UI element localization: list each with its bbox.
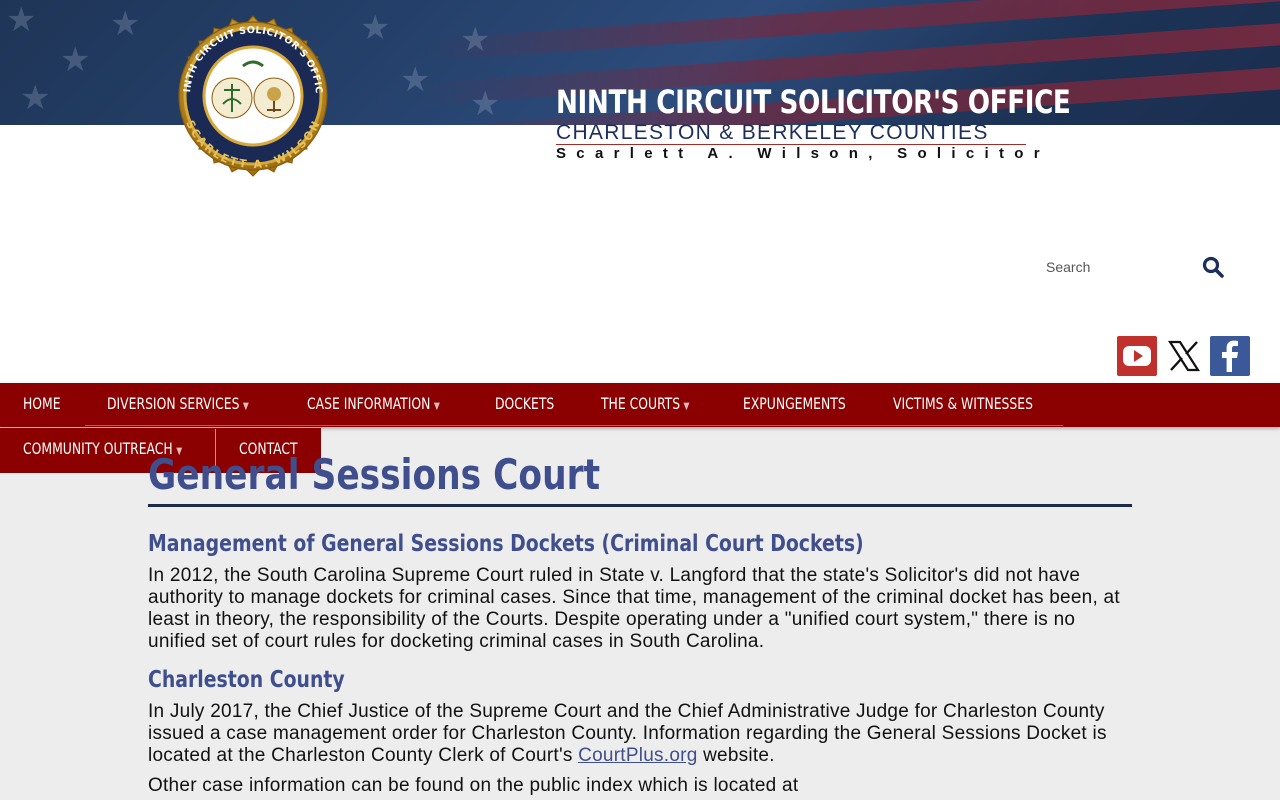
chevron-down-icon: ▼	[242, 401, 249, 412]
facebook-icon	[1210, 336, 1250, 376]
site-title: NINTH CIRCUIT SOLICITOR'S OFFICE	[556, 83, 1071, 121]
courtplus-link[interactable]: CourtPlus.org	[578, 745, 697, 766]
x-icon	[1167, 340, 1201, 372]
search-bar	[1040, 252, 1230, 282]
nav-diversion-services-label: DIVERSION SERVICES	[107, 394, 240, 413]
nav-dockets-label: DOCKETS	[495, 394, 555, 413]
nav-victims-witnesses[interactable]: VICTIMS & WITNESSES	[893, 383, 1033, 427]
flag-star-icon: ★	[20, 78, 51, 118]
search-button[interactable]	[1200, 254, 1226, 280]
nav-home[interactable]: HOME	[23, 383, 61, 427]
nav-victims-witnesses-label: VICTIMS & WITNESSES	[893, 394, 1033, 413]
section-text-management: In 2012, the South Carolina Supreme Cour…	[148, 565, 1120, 652]
search-icon	[1202, 256, 1224, 278]
nav-diversion-services[interactable]: DIVERSION SERVICES ▼	[107, 383, 249, 427]
nav-dockets[interactable]: DOCKETS	[495, 383, 554, 427]
section-heading-management: Management of General Sessions Dockets (…	[148, 531, 864, 557]
site-title-block[interactable]: NINTH CIRCUIT SOLICITOR'S OFFICE CHARLES…	[556, 82, 1071, 163]
youtube-link[interactable]	[1117, 336, 1157, 376]
nav-expungements-label: EXPUNGEMENTS	[743, 394, 846, 413]
page-title: General Sessions Court	[148, 450, 601, 499]
flag-star-icon: ★	[60, 40, 91, 80]
section-heading-charleston: Charleston County	[148, 667, 345, 693]
section-text-charleston-part2: website.	[697, 745, 775, 766]
site-subtitle: CHARLESTON & BERKELEY COUNTIES	[556, 122, 1026, 145]
nav-case-information-label: CASE INFORMATION	[307, 394, 431, 413]
nav-the-courts-label: THE COURTS	[601, 394, 681, 413]
chevron-down-icon: ▼	[433, 401, 440, 412]
flag-star-icon: ★	[360, 8, 391, 48]
youtube-icon	[1117, 336, 1157, 376]
title-divider	[148, 504, 1132, 507]
solicitor-name: Scarlett A. Wilson, Solicitor	[556, 145, 1050, 162]
solicitor-seal-logo[interactable]: NINTH CIRCUIT SOLICITOR'S OFFICE SCARLET…	[157, 0, 345, 198]
nav-home-label: HOME	[23, 394, 61, 413]
flag-star-icon: ★	[6, 0, 37, 40]
nav-expungements[interactable]: EXPUNGEMENTS	[743, 383, 846, 427]
main-content: General Sessions Court Management of Gen…	[148, 448, 1132, 797]
flag-star-icon: ★	[400, 60, 431, 100]
search-input[interactable]	[1040, 252, 1198, 282]
x-link[interactable]	[1164, 336, 1204, 376]
section-text-public-index: Other case information can be found on t…	[148, 775, 799, 796]
nav-case-information[interactable]: CASE INFORMATION ▼	[307, 383, 440, 427]
chevron-down-icon: ▼	[683, 401, 690, 412]
section-text-charleston: In July 2017, the Chief Justice of the S…	[148, 701, 1132, 767]
flag-star-icon: ★	[110, 4, 141, 44]
nav-the-courts[interactable]: THE COURTS ▼	[601, 383, 689, 427]
facebook-link[interactable]	[1210, 336, 1250, 376]
flag-star-icon: ★	[470, 84, 501, 124]
seal-icon: NINTH CIRCUIT SOLICITOR'S OFFICE SCARLET…	[157, 0, 328, 177]
flag-star-icon: ★	[460, 20, 491, 60]
